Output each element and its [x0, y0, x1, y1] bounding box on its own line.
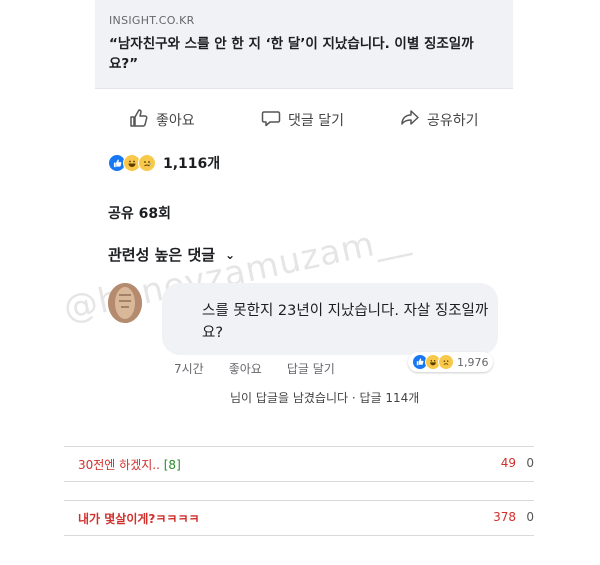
like-count: 49: [500, 456, 516, 470]
community-comment-row[interactable]: 내가 몇살이게?ㅋㅋㅋㅋ 378 0: [64, 500, 534, 536]
community-comment-text: 30전엔 하겠지.. [8]: [78, 456, 181, 473]
avatar[interactable]: [108, 283, 142, 323]
link-headline[interactable]: “남자친구와 스를 안 한 지 ‘한 달’이 지났습니다. 이별 징조일까요?”: [109, 34, 499, 74]
link-preview[interactable]: INSIGHT.CO.KR “남자친구와 스를 안 한 지 ‘한 달’이 지났습…: [95, 0, 513, 89]
comment-content: 30전엔 하겠지..: [78, 458, 160, 472]
comment-reactions[interactable]: 1,976: [408, 352, 493, 372]
comment-bubble[interactable]: 스를 못한지 23년이 지났습니다. 자살 징조일까요?: [162, 283, 498, 355]
reply-count: [8]: [163, 458, 181, 472]
comment-time: 7시간: [174, 362, 204, 376]
share-label: 공유하기: [427, 113, 479, 129]
community-comment-row[interactable]: 30전엔 하겠지.. [8] 49 0: [64, 446, 534, 482]
share-count[interactable]: 공유 68회: [108, 203, 171, 223]
dislike-count: 0: [526, 510, 534, 524]
thumbs-up-icon: [129, 108, 156, 132]
comment-like-link[interactable]: 좋아요: [229, 360, 262, 377]
comment-reply-link[interactable]: 답글 달기: [287, 360, 335, 377]
comment-meta: 7시간 좋아요 답글 달기: [174, 360, 335, 377]
comment-text: 스를 못한지 23년이 지났습니다. 자살 징조일까요?: [202, 303, 489, 341]
view-replies-link[interactable]: 님이 답글을 남겼습니다 · 답글 114개: [230, 389, 419, 406]
share-button[interactable]: 공유하기: [400, 109, 479, 131]
comment-content: 내가 몇살이게?ㅋㅋㅋㅋ: [78, 512, 200, 526]
sad-reaction-icon: [138, 154, 156, 172]
comment-label: 댓글 달기: [288, 113, 344, 129]
post-action-bar: 좋아요 댓글 달기 공유하기: [95, 100, 513, 140]
speech-bubble-icon: [261, 108, 288, 132]
share-arrow-icon: [400, 108, 427, 132]
like-button[interactable]: 좋아요: [129, 109, 195, 131]
sad-reaction-icon: [438, 354, 454, 370]
like-count: 378: [493, 510, 516, 524]
link-domain: INSIGHT.CO.KR: [109, 14, 195, 27]
community-comment-text: 내가 몇살이게?ㅋㅋㅋㅋ: [78, 510, 200, 527]
reaction-count: 1,116개: [163, 156, 221, 172]
like-label: 좋아요: [156, 113, 195, 129]
reactions-summary[interactable]: 1,116개: [108, 150, 220, 176]
comment-button[interactable]: 댓글 달기: [261, 109, 344, 131]
comment-reaction-count: 1,976: [457, 355, 489, 369]
dislike-count: 0: [526, 456, 534, 470]
